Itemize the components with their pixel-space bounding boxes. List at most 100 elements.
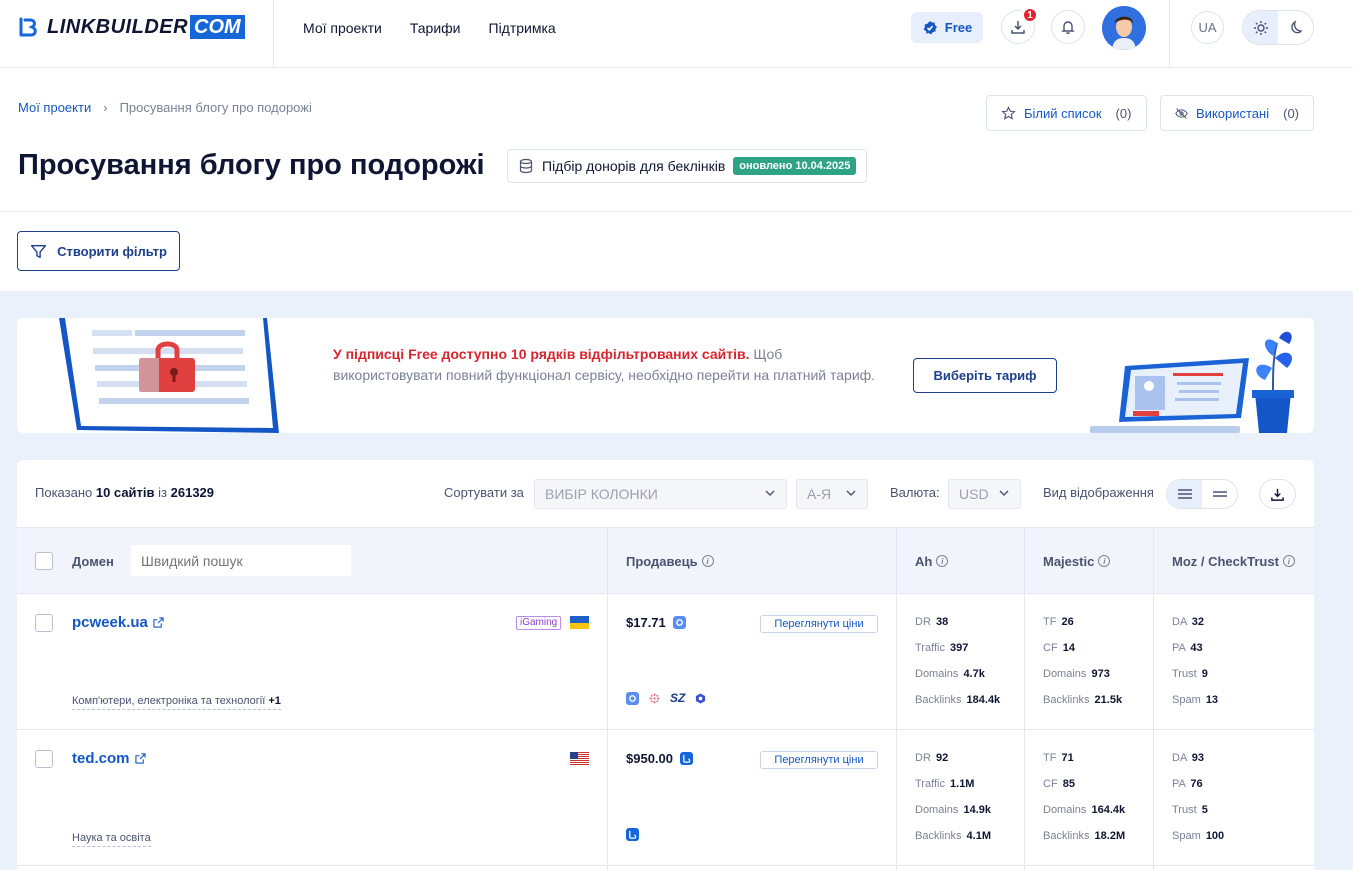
header-seller[interactable]: Продавець i xyxy=(626,528,714,594)
quick-search-input[interactable] xyxy=(131,545,351,576)
row-checkbox[interactable] xyxy=(35,614,53,632)
site-category[interactable]: Наука та освіта xyxy=(72,832,151,847)
used-button[interactable]: Використані (0) xyxy=(1160,95,1314,131)
seller-sz-icon[interactable]: SZ xyxy=(670,691,685,705)
metric-label: CF xyxy=(1043,642,1058,654)
seller-c-icon[interactable] xyxy=(626,691,639,705)
avatar-icon xyxy=(1102,6,1146,50)
breadcrumb: Мої проекти › Просування блогу про подор… xyxy=(18,100,312,115)
metric-label: DR xyxy=(915,752,931,764)
nav-my-projects[interactable]: Мої проекти xyxy=(303,20,382,36)
moz-da: 93 xyxy=(1191,752,1204,764)
metric-label: Spam xyxy=(1172,830,1201,842)
nav-pricing[interactable]: Тарифи xyxy=(410,20,461,36)
breadcrumb-root[interactable]: Мої проекти xyxy=(18,100,91,115)
seller-price: $950.00 xyxy=(626,751,693,766)
table-header: Домен Продавець i Ah i Majestic i Moz / … xyxy=(17,527,1314,594)
metric-label: DA xyxy=(1172,616,1187,628)
download-icon xyxy=(1271,488,1284,501)
chevron-down-icon xyxy=(998,486,1010,502)
theme-toggle[interactable] xyxy=(1242,10,1314,45)
view-expanded-option[interactable] xyxy=(1167,480,1202,508)
downloads-button[interactable]: 1 xyxy=(1001,7,1038,44)
ah-domains: 4.7k xyxy=(963,668,985,680)
upgrade-banner: У підписці Free доступно 10 рядків відфі… xyxy=(17,318,1314,433)
header-domain[interactable]: Домен xyxy=(72,528,114,594)
metric-label: TF xyxy=(1043,616,1057,628)
header-majestic[interactable]: Majestic i xyxy=(1043,528,1111,594)
sort-order-select[interactable]: А-Я xyxy=(796,479,868,509)
ah-traffic: 397 xyxy=(950,642,969,654)
view-prices-button[interactable]: Переглянути ціни xyxy=(760,751,878,769)
breadcrumb-chevron-icon: › xyxy=(103,100,108,115)
verified-icon xyxy=(923,20,937,34)
logo-com: COM xyxy=(190,15,245,39)
info-icon[interactable]: i xyxy=(701,555,714,567)
locked-document-illustration xyxy=(59,318,279,433)
info-icon[interactable]: i xyxy=(1098,555,1111,567)
sort-label: Сортувати за xyxy=(444,485,524,500)
domain-name: pcweek.ua xyxy=(72,614,148,631)
info-icon[interactable]: i xyxy=(936,555,949,567)
nav-support[interactable]: Підтримка xyxy=(489,20,556,36)
header-divider-right xyxy=(1169,0,1170,68)
metric-label: Domains xyxy=(915,668,959,680)
donor-selection-chip: Підбір донорів для беклінків оновлено 10… xyxy=(507,149,868,183)
whitelist-button[interactable]: Білий список (0) xyxy=(986,95,1147,131)
breadcrumb-current: Просування блогу про подорожі xyxy=(119,100,312,115)
plan-badge[interactable]: Free xyxy=(911,12,983,43)
majestic-domains: 973 xyxy=(1091,668,1110,680)
divider xyxy=(0,211,1353,212)
shown-of: із xyxy=(158,485,167,500)
row-checkbox[interactable] xyxy=(35,750,53,768)
view-label: Вид відображення xyxy=(1043,485,1154,500)
seller-linkbuilder-icon[interactable] xyxy=(626,828,639,841)
create-filter-button[interactable]: Створити фільтр xyxy=(17,231,180,271)
used-count: (0) xyxy=(1283,105,1299,121)
database-icon xyxy=(519,158,533,174)
export-button[interactable] xyxy=(1259,479,1296,509)
language-switcher[interactable]: UA xyxy=(1191,11,1224,44)
currency-label: Валюта: xyxy=(890,485,940,500)
plan-label: Free xyxy=(944,20,973,35)
external-link-icon xyxy=(153,617,164,628)
select-all-checkbox[interactable] xyxy=(35,552,53,570)
domain-link[interactable]: pcweek.ua xyxy=(72,614,164,631)
seller-price: $17.71 xyxy=(626,615,686,630)
ah-domains: 14.9k xyxy=(963,804,991,816)
moz-metrics: DA 93 PA 76 Trust 5 Spam 100 xyxy=(1172,752,1224,856)
view-mode-toggle[interactable] xyxy=(1166,479,1238,509)
header-moz[interactable]: Moz / CheckTrust i xyxy=(1172,528,1295,594)
majestic-cf: 14 xyxy=(1062,642,1075,654)
site-category[interactable]: Комп'ютери, електроніка та технології +1 xyxy=(72,695,281,710)
sort-column-select[interactable]: ВИБІР КОЛОНКИ xyxy=(534,479,787,509)
currency-select[interactable]: USD xyxy=(948,479,1021,509)
info-icon[interactable]: i xyxy=(1282,555,1295,567)
notifications-button[interactable] xyxy=(1051,10,1085,44)
user-avatar[interactable] xyxy=(1102,6,1146,50)
seller-hex-icon[interactable] xyxy=(694,692,707,705)
moz-da: 32 xyxy=(1191,616,1204,628)
header-divider xyxy=(273,0,274,68)
majestic-metrics: TF 26 CF 14 Domains 973 Backlinks 21.5k xyxy=(1043,616,1122,720)
dark-theme-option[interactable] xyxy=(1278,11,1313,44)
domain-link[interactable]: ted.com xyxy=(72,750,146,767)
moz-trust: 9 xyxy=(1201,668,1208,680)
moz-spam: 13 xyxy=(1205,694,1219,706)
light-theme-option[interactable] xyxy=(1243,11,1278,44)
shown-prefix: Показано xyxy=(35,485,93,500)
metric-label: DA xyxy=(1172,752,1187,764)
view-compact-option[interactable] xyxy=(1202,480,1237,508)
header-majestic-label: Majestic xyxy=(1043,553,1095,569)
category-extra-count: +1 xyxy=(268,695,281,707)
table-toolbar: Показано 10 сайтів із 261329 Сортувати з… xyxy=(17,460,1314,527)
whitelist-count: (0) xyxy=(1115,105,1132,121)
choose-plan-button[interactable]: Виберіть тариф xyxy=(913,358,1057,393)
view-prices-button[interactable]: Переглянути ціни xyxy=(760,615,878,633)
logo[interactable]: LINKBUILDER COM xyxy=(17,14,245,40)
chevron-down-icon xyxy=(764,486,776,502)
seller-dots-icon[interactable] xyxy=(648,692,661,705)
header-ah[interactable]: Ah i xyxy=(915,528,949,594)
category-label: Наука та освіта xyxy=(72,832,151,844)
sort-order-value: А-Я xyxy=(807,486,832,502)
